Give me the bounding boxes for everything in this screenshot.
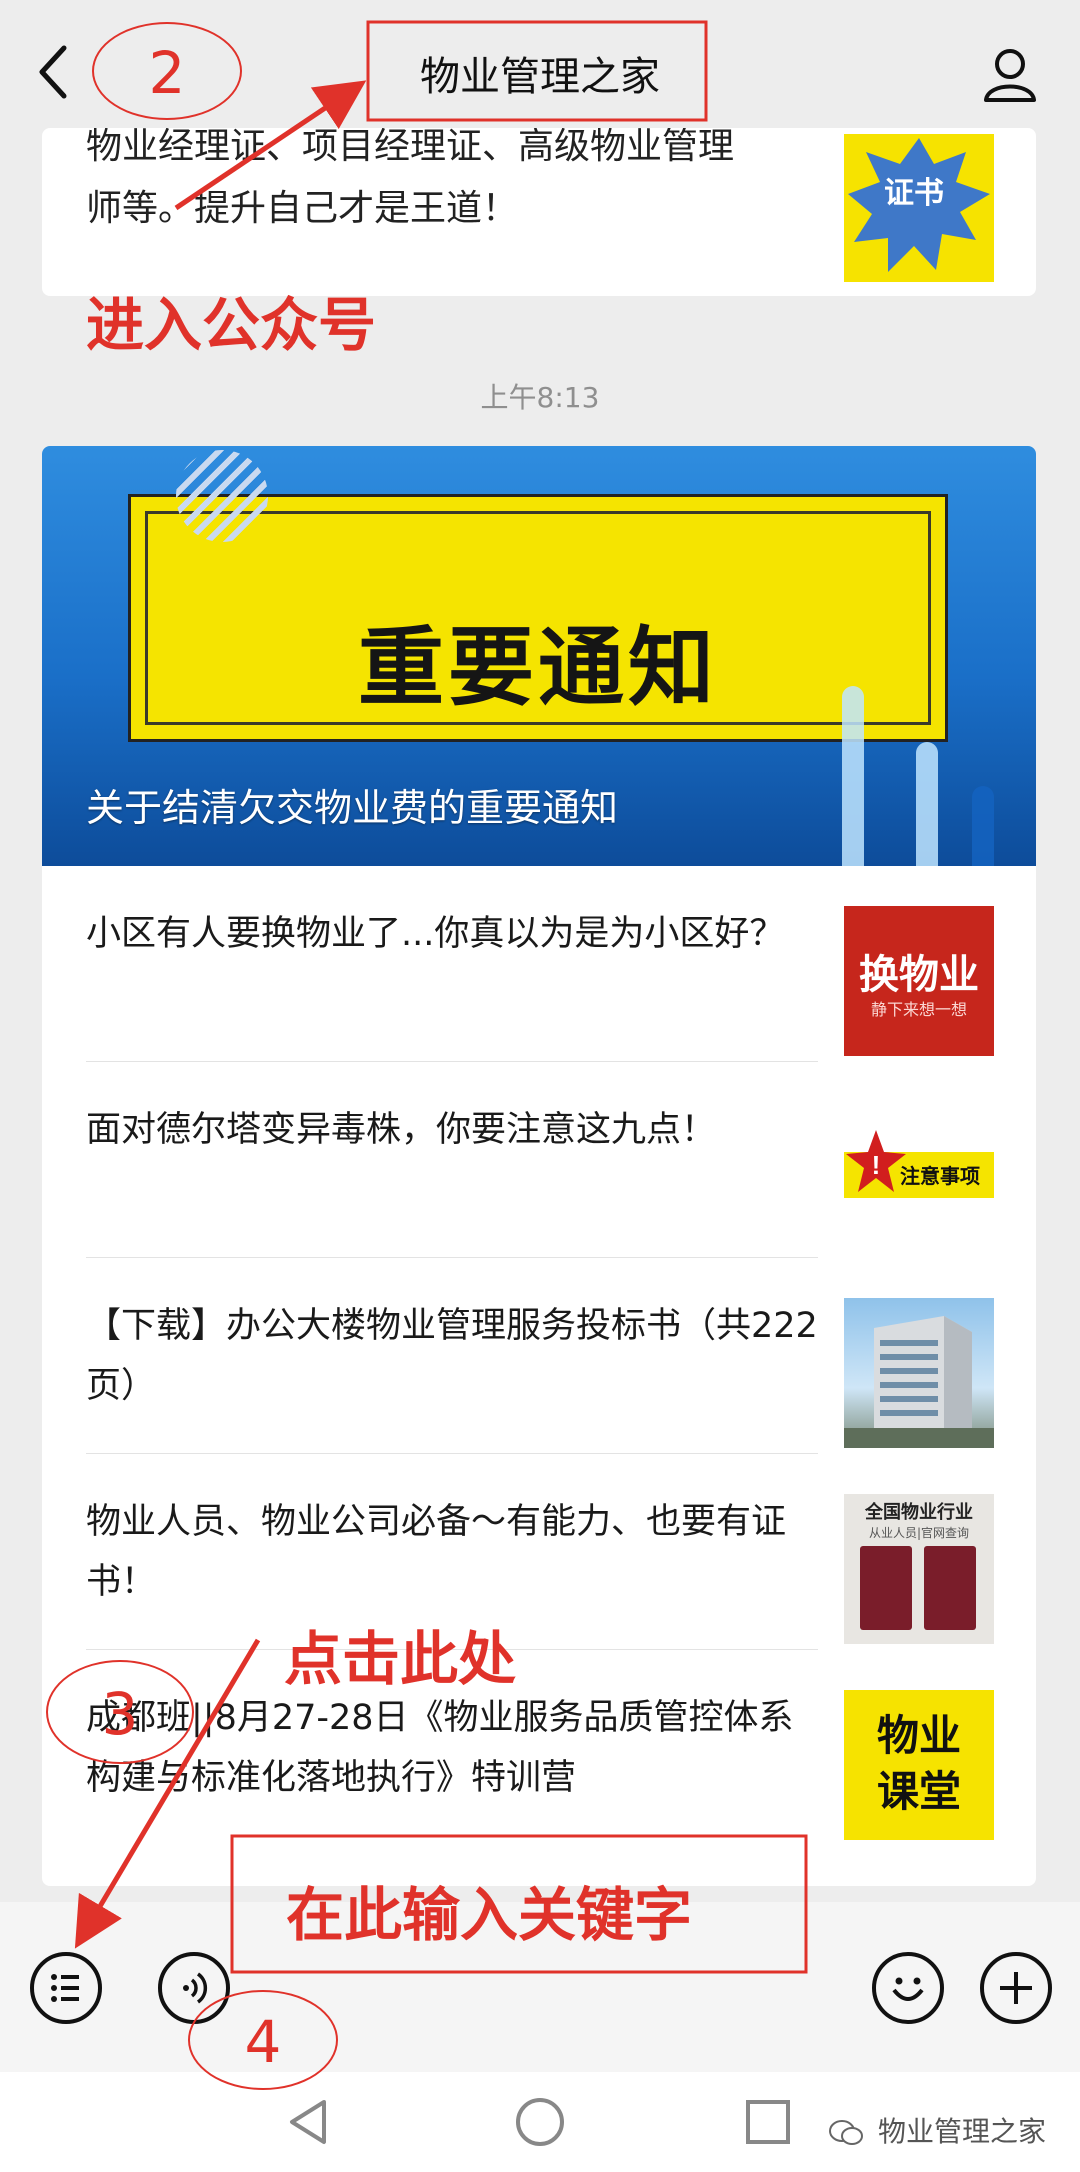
article-title: 面对德尔塔变异毒株，你要注意这九点！ (86, 1110, 717, 1150)
list-item[interactable]: 成都班||8月27-28日《物业服务品质管控体系构建与标准化落地执行》特训营 物… (42, 1650, 1036, 1846)
thumb-title: 物业课堂 (876, 1711, 961, 1816)
thumb-label: 证书 (884, 176, 944, 211)
list-item[interactable]: 物业人员、物业公司必备～有能力、也要有证书！ 全国物业行业 从业人员|官网查询 (42, 1454, 1036, 1650)
thumb-title: 全国物业行业 (865, 1502, 973, 1523)
article-title: 【下载】办公大楼物业管理服务投标书（共222页） (86, 1306, 818, 1406)
nav-recent-icon[interactable] (744, 2098, 792, 2146)
thumb-title: 注意事项 (900, 1164, 980, 1188)
profile-icon[interactable] (980, 44, 1040, 104)
article-group-card: 重要通知 关于结清欠交物业费的重要通知 小区有人要换物业了...你真以为是为小区… (42, 446, 1036, 1886)
building-thumbnail (844, 1298, 994, 1448)
featured-article-banner[interactable]: 重要通知 关于结清欠交物业费的重要通知 (42, 446, 1036, 866)
banner-caption: 关于结清欠交物业费的重要通知 (86, 786, 619, 830)
enter-account-annotation: 进入公众号 (86, 291, 377, 359)
step-2-circle: 2 (92, 22, 242, 120)
step-3-circle: 3 (46, 1660, 194, 1764)
list-item[interactable]: 面对德尔塔变异毒株，你要注意这九点！ ! 注意事项 (42, 1062, 1036, 1258)
article-title: 小区有人要换物业了...你真以为是为小区好？ (86, 914, 785, 954)
nav-back-icon[interactable] (286, 2098, 330, 2146)
decorative-pillar (842, 686, 864, 866)
emoji-icon[interactable] (872, 1952, 944, 2024)
nav-home-icon[interactable] (514, 2096, 566, 2148)
svg-text:!: ! (872, 1150, 881, 1180)
step-4-circle: 4 (188, 1990, 338, 2090)
previous-article-text: 物业经理证、项目经理证、高级物业管理 师等。提升自己才是王道！ (86, 128, 735, 229)
thumb-subtitle: 静下来想一想 (870, 1000, 967, 1019)
previous-article-card[interactable]: 物业经理证、项目经理证、高级物业管理 师等。提升自己才是王道！ 证书 (42, 128, 1036, 296)
list-item[interactable]: 【下载】办公大楼物业管理服务投标书（共222页） (42, 1258, 1036, 1454)
list-item[interactable]: 小区有人要换物业了...你真以为是为小区好？ 换物业 静下来想一想 (42, 866, 1036, 1062)
message-timestamp: 上午8:13 (480, 381, 600, 414)
click-here-annotation: 点击此处 (284, 1625, 517, 1693)
decorative-pillar (972, 786, 994, 866)
thumb-subtitle: 从业人员|官网查询 (868, 1526, 970, 1540)
watermark: 物业管理之家 (829, 2110, 1046, 2150)
decorative-pillar (916, 742, 938, 866)
article-title: 成都班||8月27-28日《物业服务品质管控体系构建与标准化落地执行》特训营 (86, 1698, 794, 1798)
article-thumbnail: 物业课堂 (844, 1690, 994, 1840)
article-thumbnail: 换物业 静下来想一想 (844, 906, 994, 1056)
warning-star-icon: ! (846, 1130, 906, 1192)
decorative-stripe-circle (176, 450, 268, 542)
office-building-icon (844, 1316, 994, 1448)
input-keyword-annotation: 在此输入关键字 (286, 1881, 693, 1949)
banner-heading: 重要通知 (358, 618, 718, 718)
wechat-icon (829, 2120, 864, 2145)
add-icon[interactable] (980, 1952, 1052, 2024)
menu-list-icon[interactable] (30, 1952, 102, 2024)
thumb-title: 换物业 (859, 952, 979, 998)
watermark-text: 物业管理之家 (877, 2115, 1046, 2148)
certificate-thumbnail: 证书 (844, 134, 994, 282)
article-thumbnail: ! 注意事项 (844, 1102, 994, 1252)
certificate-thumbnail: 全国物业行业 从业人员|官网查询 (844, 1494, 994, 1644)
article-title: 物业人员、物业公司必备～有能力、也要有证书！ (86, 1502, 787, 1602)
